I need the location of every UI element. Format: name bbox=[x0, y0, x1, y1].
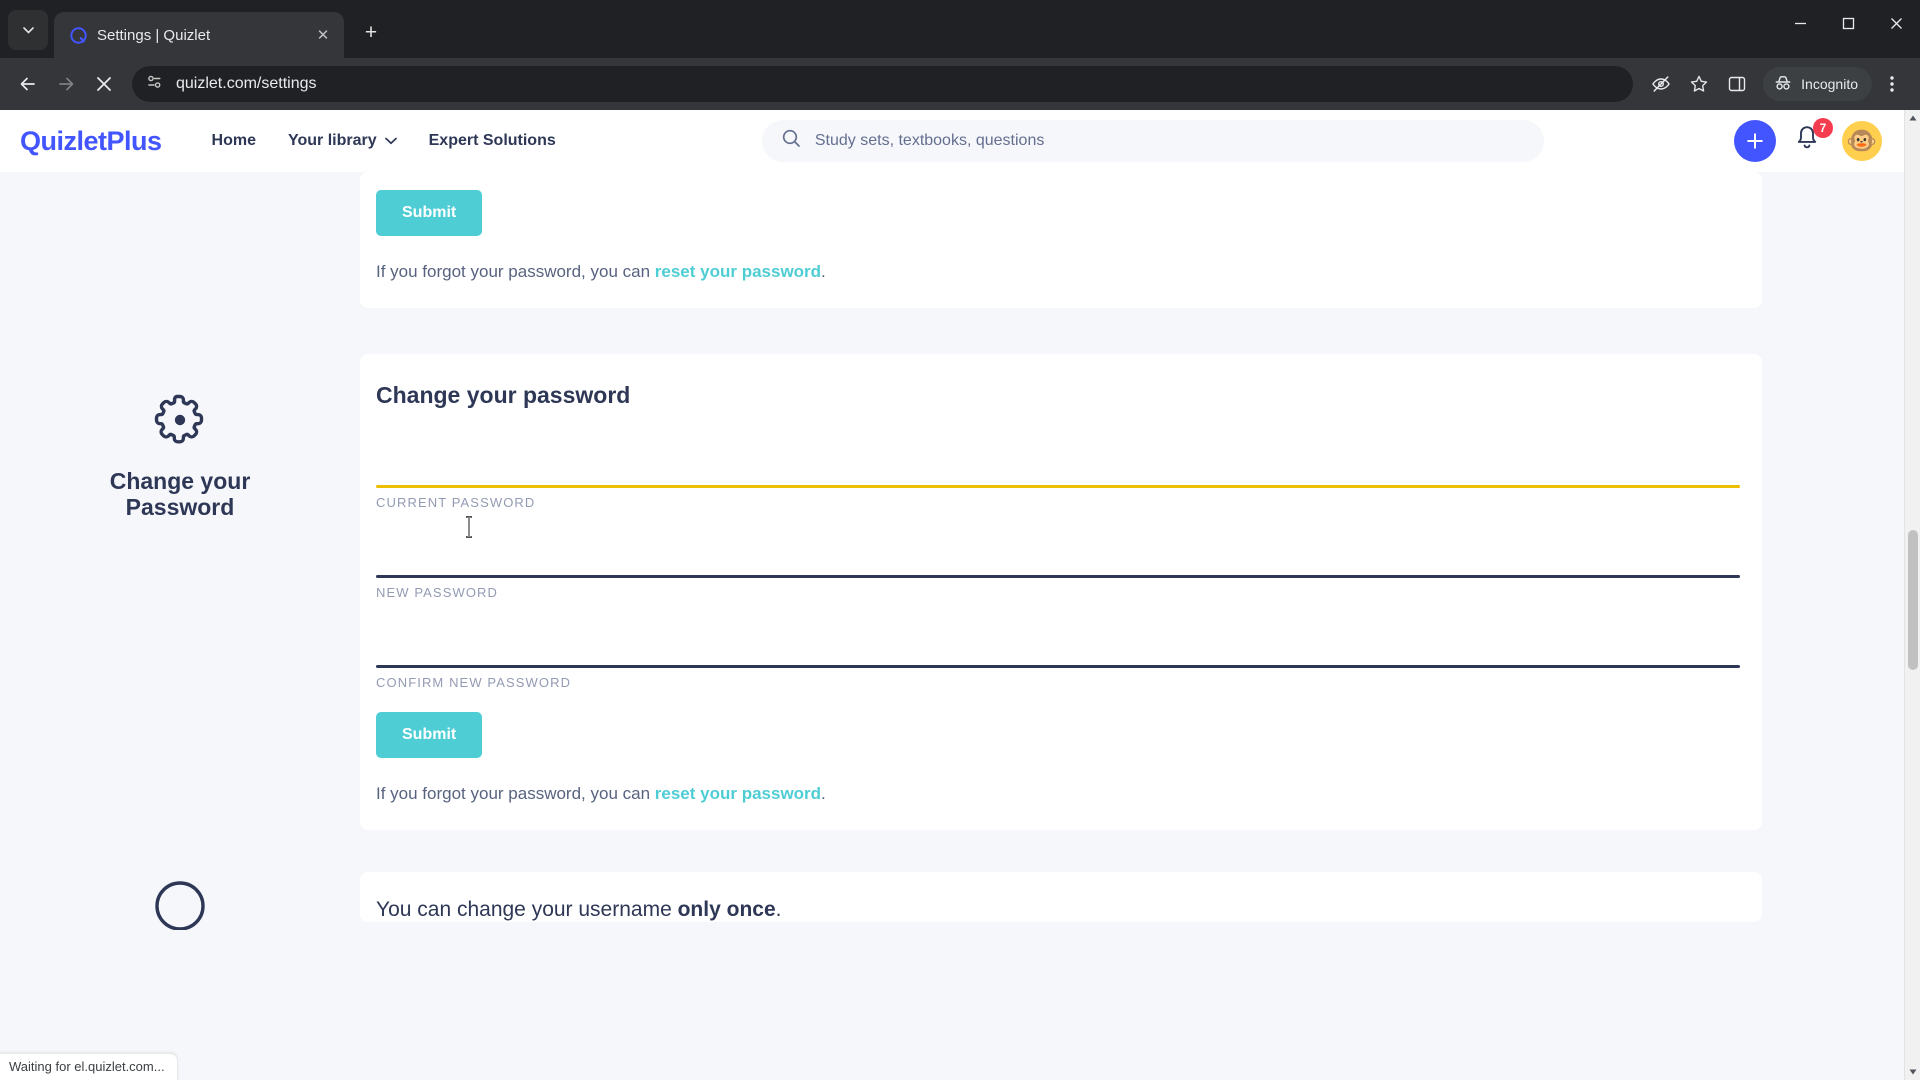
tab-strip: Settings | Quizlet ✕ + bbox=[0, 0, 1920, 58]
quizlet-favicon bbox=[70, 26, 87, 44]
forgot-password-helper: If you forgot your password, you can res… bbox=[376, 262, 1740, 282]
window-controls bbox=[1776, 0, 1920, 46]
tab-search-icon[interactable] bbox=[8, 10, 48, 50]
side-panel-icon[interactable] bbox=[1719, 66, 1755, 102]
confirm-password-field: CONFIRM NEW PASSWORD bbox=[376, 625, 1740, 710]
create-button[interactable] bbox=[1734, 120, 1776, 162]
star-icon[interactable] bbox=[1681, 66, 1717, 102]
reset-password-link-2[interactable]: reset your password bbox=[655, 784, 821, 803]
section-aside-change-password: Change your Password bbox=[0, 354, 360, 521]
settings-section-change-password: Change your Password Change your passwor… bbox=[0, 354, 1904, 830]
section-divider-2 bbox=[0, 830, 1904, 872]
main-nav: Home Your library Expert Solutions bbox=[196, 124, 572, 158]
browser-window: Settings | Quizlet ✕ + quizlet.com/setti… bbox=[0, 0, 1920, 1080]
nav-item-expert-solutions[interactable]: Expert Solutions bbox=[413, 124, 572, 158]
page-info-icon[interactable] bbox=[146, 73, 164, 96]
helper-suffix: . bbox=[821, 262, 826, 281]
nav-label-your-library: Your library bbox=[288, 132, 377, 149]
page-viewport: QuizletPlus Home Your library Expert Sol… bbox=[0, 110, 1920, 1080]
chevron-down-icon bbox=[384, 132, 397, 150]
current-password-label: CURRENT PASSWORD bbox=[376, 495, 536, 510]
incognito-icon bbox=[1773, 74, 1793, 95]
username-text-bold: only once bbox=[677, 898, 776, 921]
helper-prefix: If you forgot your password, you can bbox=[376, 262, 655, 281]
helper-prefix-2: If you forgot your password, you can bbox=[376, 784, 655, 803]
card-title: Change your password bbox=[376, 382, 631, 408]
current-password-field: CURRENT PASSWORD bbox=[376, 445, 1740, 535]
tab-title: Settings | Quizlet bbox=[97, 26, 211, 44]
scroll-down-arrow-icon[interactable] bbox=[1905, 1064, 1920, 1080]
chrome-menu-icon[interactable] bbox=[1874, 66, 1910, 102]
submit-button[interactable]: Submit bbox=[376, 190, 483, 236]
nav-item-home[interactable]: Home bbox=[196, 124, 272, 158]
url-text: quizlet.com/settings bbox=[176, 75, 317, 92]
confirm-password-input[interactable] bbox=[376, 625, 1740, 665]
confirm-password-label: CONFIRM NEW PASSWORD bbox=[376, 675, 572, 690]
person-circle-icon bbox=[153, 876, 207, 935]
notifications-button[interactable]: 7 bbox=[1794, 118, 1833, 158]
settings-section-partial: Submit If you forgot your password, you … bbox=[0, 172, 1904, 308]
new-password-label: NEW PASSWORD bbox=[376, 585, 499, 600]
avatar[interactable]: 🐵 bbox=[1842, 121, 1882, 161]
page-scrollbar[interactable] bbox=[1904, 110, 1920, 1080]
section-divider bbox=[0, 308, 1904, 354]
aside-title-line1: Change your bbox=[109, 468, 251, 494]
search-input[interactable]: Study sets, textbooks, questions bbox=[761, 120, 1544, 162]
settings-card-partial: Submit If you forgot your password, you … bbox=[360, 172, 1762, 308]
maximize-button[interactable] bbox=[1824, 0, 1872, 46]
stop-loading-icon[interactable] bbox=[86, 66, 122, 102]
reset-password-link[interactable]: reset your password bbox=[655, 262, 821, 281]
username-card: You can change your username only once. bbox=[360, 872, 1762, 922]
close-icon[interactable]: ✕ bbox=[312, 24, 334, 46]
username-text-suffix: . bbox=[775, 898, 782, 921]
incognito-label: Incognito bbox=[1801, 76, 1858, 92]
minimize-button[interactable] bbox=[1776, 0, 1824, 46]
nav-label-expert-solutions: Expert Solutions bbox=[428, 132, 556, 149]
address-bar[interactable]: quizlet.com/settings bbox=[132, 66, 1634, 102]
search-icon bbox=[782, 129, 801, 153]
search-area: Study sets, textbooks, questions bbox=[572, 120, 1734, 162]
nav-label-home: Home bbox=[211, 132, 256, 149]
logo-plus-text: Plus bbox=[106, 125, 163, 156]
logo-text: Quizlet bbox=[20, 125, 107, 156]
search-placeholder: Study sets, textbooks, questions bbox=[814, 132, 1045, 149]
username-card-text: You can change your username only once. bbox=[376, 898, 1740, 922]
new-tab-button[interactable]: + bbox=[354, 16, 388, 50]
username-text-prefix: You can change your username bbox=[376, 898, 678, 921]
settings-section-username: You can change your username only once. bbox=[0, 872, 1904, 935]
scroll-up-arrow-icon[interactable] bbox=[1905, 110, 1920, 126]
section-aside-partial bbox=[0, 172, 360, 210]
new-password-input[interactable] bbox=[376, 535, 1740, 575]
section-aside-username bbox=[0, 872, 360, 935]
site-header: QuizletPlus Home Your library Expert Sol… bbox=[0, 110, 1904, 172]
quizlet-page: QuizletPlus Home Your library Expert Sol… bbox=[0, 110, 1904, 1080]
eye-slash-icon[interactable] bbox=[1643, 66, 1679, 102]
browser-toolbar: quizlet.com/settings Incognito bbox=[0, 58, 1920, 110]
new-password-field: NEW PASSWORD bbox=[376, 535, 1740, 625]
status-bubble: Waiting for el.quizlet.com... bbox=[0, 1053, 178, 1080]
nav-item-your-library[interactable]: Your library bbox=[272, 124, 413, 158]
back-icon[interactable] bbox=[10, 66, 46, 102]
current-password-input[interactable] bbox=[376, 445, 1740, 485]
incognito-indicator[interactable]: Incognito bbox=[1763, 67, 1872, 101]
notification-badge: 7 bbox=[1813, 118, 1833, 138]
forgot-password-helper-2: If you forgot your password, you can res… bbox=[376, 784, 1740, 804]
toolbar-right: Incognito bbox=[1643, 66, 1910, 102]
settings-content: Submit If you forgot your password, you … bbox=[0, 172, 1904, 935]
helper-suffix-2: . bbox=[821, 784, 826, 803]
window-close-button[interactable] bbox=[1872, 0, 1920, 46]
scrollbar-thumb[interactable] bbox=[1908, 530, 1918, 670]
section-title-change-password: Change your Password bbox=[109, 468, 251, 521]
quizlet-logo[interactable]: QuizletPlus bbox=[20, 126, 162, 157]
change-password-card: Change your password CURRENT PASSWORD NE… bbox=[360, 354, 1762, 830]
header-right: 7 🐵 bbox=[1734, 118, 1882, 162]
browser-tab[interactable]: Settings | Quizlet ✕ bbox=[54, 12, 344, 58]
aside-title-line2: Password bbox=[125, 493, 235, 520]
forward-icon[interactable] bbox=[48, 66, 84, 102]
change-password-submit-button[interactable]: Submit bbox=[376, 712, 483, 758]
gear-icon bbox=[152, 392, 208, 453]
